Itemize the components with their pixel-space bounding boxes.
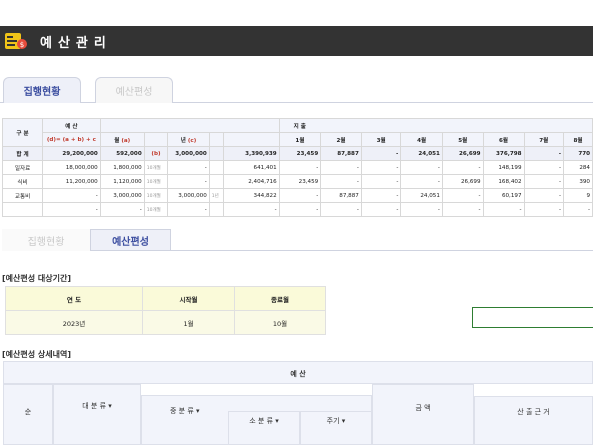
header-month-1: 1월 (278, 132, 322, 147)
header-blank (99, 118, 280, 133)
filter-dropdown-icon[interactable]: ▾ (196, 407, 200, 415)
table-row: 교통비 - 3,000,000 10개월 3,000,000 1년 344,82… (1, 188, 593, 203)
period-year-field[interactable]: 2023년 (5, 310, 143, 335)
detail-header-major[interactable]: 대 분 류 ▾ (53, 384, 141, 445)
header-year: 년 (c) (167, 132, 210, 147)
table-row: 일자료 18,000,000 1,800,000 10개월 - 641,401 … (1, 160, 593, 175)
filter-dropdown-icon[interactable]: ▾ (342, 417, 346, 425)
header-budget: 예 산 (42, 118, 101, 133)
header-month-7: 7월 (523, 132, 565, 147)
tab-execution-status[interactable]: 집행현황 (3, 77, 81, 103)
header-spend: 지 출 (278, 118, 593, 133)
header-month-8: 8월 (563, 132, 593, 147)
title-bar: $ 예산관리 (0, 26, 593, 56)
header-gubun: 구 분 (1, 118, 44, 147)
detail-header-amount: 금 액 (372, 384, 474, 445)
detail-header-minor[interactable]: 소 분 류 ▾ (228, 411, 300, 445)
period-end-field[interactable]: 10월 (234, 310, 326, 335)
detail-header-seq: 순 (3, 384, 53, 445)
header-month-5: 5월 (441, 132, 484, 147)
header-budget-formula: (d)= (a + b) + c (42, 132, 101, 147)
period-section-title: [예산편성 대상기간] (2, 274, 71, 283)
header-month-4: 4월 (400, 132, 443, 147)
period-header-year: 연 도 (5, 286, 143, 311)
detail-header-basis: 산 출 근 거 (474, 396, 593, 445)
tab-budget-planning-2[interactable]: 예산편성 (90, 229, 171, 251)
period-start-field[interactable]: 1월 (142, 310, 235, 335)
detail-header-budget: 예 산 (3, 361, 593, 384)
header-month-3: 3월 (360, 132, 402, 147)
header-month: 월 (a) (99, 132, 145, 147)
tab-underline (0, 102, 593, 103)
detail-section-title: [예산편성 상세내역] (2, 350, 71, 359)
tab-execution-status-2[interactable]: 집행현황 (2, 229, 90, 251)
period-header-end: 종료월 (234, 286, 326, 311)
header-month-6: 6월 (482, 132, 525, 147)
filter-dropdown-icon[interactable]: ▾ (108, 402, 112, 410)
detail-header-cycle[interactable]: 주기 ▾ (300, 411, 372, 445)
budget-app-icon: $ (5, 33, 27, 49)
selected-cell[interactable] (472, 307, 593, 328)
page-title: 예산관리 (40, 36, 112, 51)
table-row: 식비 11,200,000 1,120,000 10개월 - 2,404,716… (1, 174, 593, 189)
tab-budget-planning[interactable]: 예산편성 (95, 77, 173, 103)
table-row-total: 합 계 29,200,000 592,000 (b) 3,000,000 3,3… (1, 146, 593, 161)
tab-underline-2 (171, 250, 593, 251)
svg-text:$: $ (20, 41, 24, 49)
period-table: 연 도 시작월 종료월 2023년 1월 10월 (5, 286, 326, 335)
filter-dropdown-icon[interactable]: ▾ (275, 417, 279, 425)
period-header-start: 시작월 (142, 286, 235, 311)
execution-table: 구 분 예 산 지 출 (d)= (a + b) + c 월 (a) 년 (c)… (1, 118, 593, 217)
table-row: - - 10개월 - - - - - - - - - - (1, 202, 593, 217)
header-month-2: 2월 (320, 132, 362, 147)
